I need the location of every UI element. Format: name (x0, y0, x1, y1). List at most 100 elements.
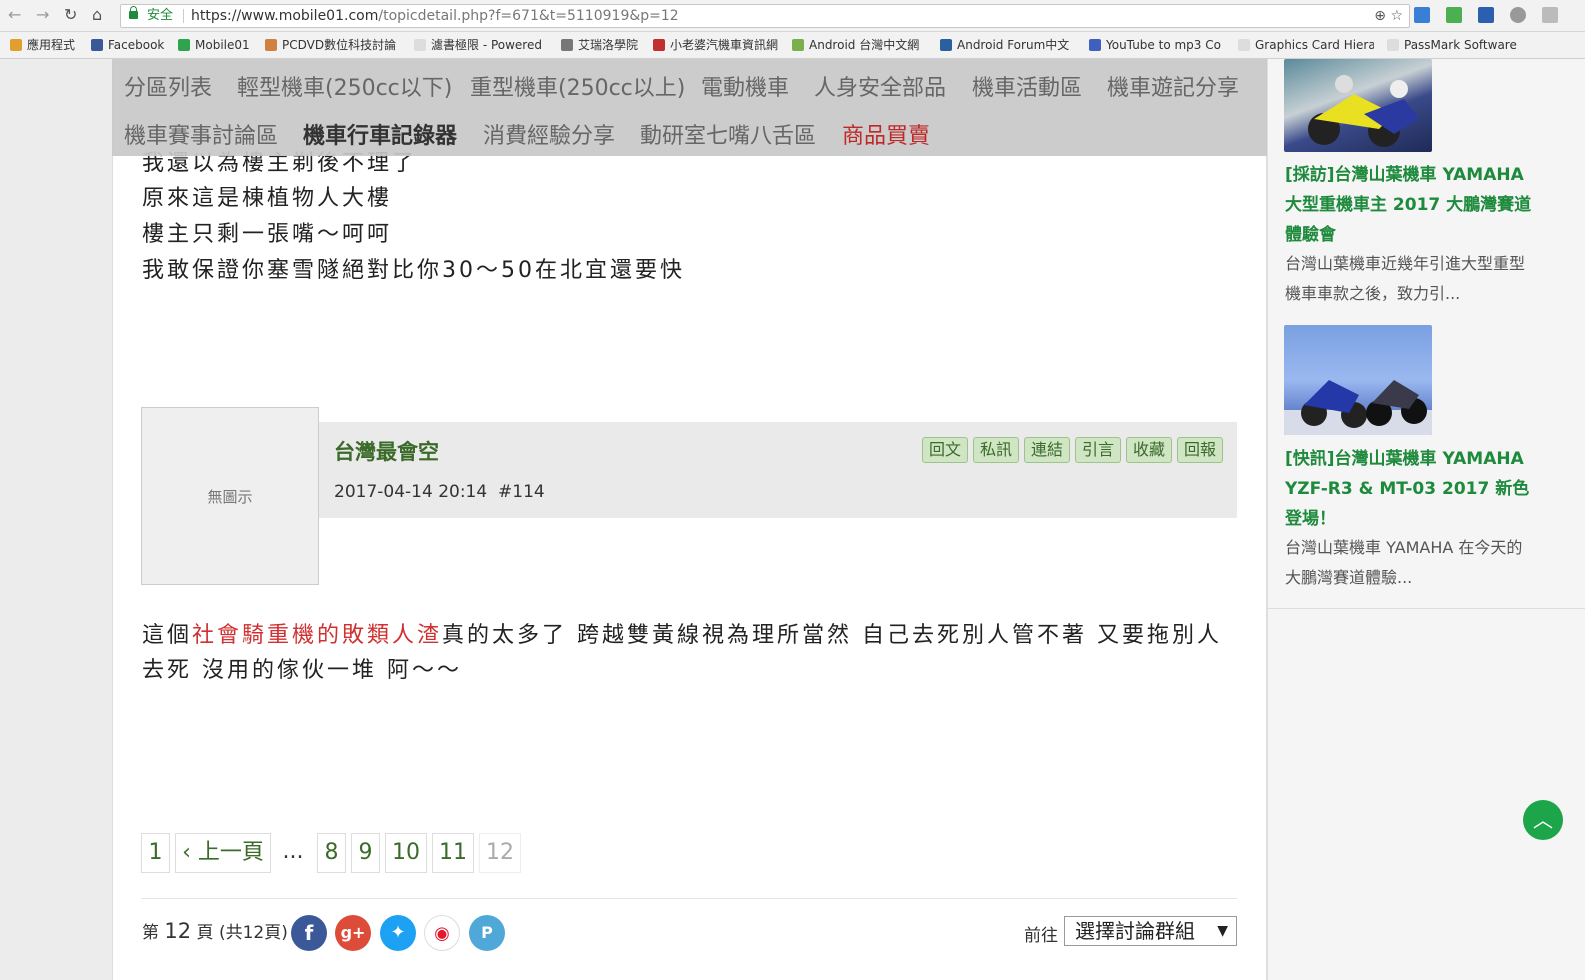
menu-item[interactable]: 輕型機車(250cc以下) (237, 70, 452, 102)
prev-page-link[interactable]: ‹ 上一頁 (175, 833, 271, 873)
reply-button[interactable]: 回文 (922, 437, 969, 463)
site-icon (561, 39, 573, 51)
menu-item[interactable]: 動研室七嘴八舌區 (640, 118, 816, 150)
divider (141, 898, 1237, 899)
extension-icon[interactable] (1446, 7, 1462, 23)
post-body: 這個社會騎重機的敗類人渣真的太多了 跨越雙黃線視為理所當然 自己去死別人管不著 … (142, 618, 1227, 688)
post-username[interactable]: 台灣最會空 (334, 436, 439, 466)
page-link[interactable]: 11 (432, 833, 474, 873)
post-text-highlight: 社會騎重機的敗類人渣 (192, 623, 443, 648)
security-label: 安全 (147, 8, 174, 23)
avatar-placeholder-text: 無圖示 (207, 488, 253, 506)
extension-icon[interactable] (1414, 7, 1430, 23)
sidebar-article-title[interactable]: [採訪]台灣山葉機車 YAMAHA 大型重機車主 2017 大鵬灣賽道體驗會 (1285, 160, 1535, 250)
post-number: #114 (498, 482, 545, 502)
facebook-icon (91, 39, 103, 51)
android-icon (792, 39, 804, 51)
page-link[interactable]: 8 (317, 833, 346, 873)
bookmark-item[interactable]: PassMark Software (1387, 37, 1525, 54)
bookmark-item[interactable]: Graphics Card Hiera (1238, 37, 1374, 54)
avatar: 無圖示 (141, 407, 319, 585)
menu-item[interactable]: 機車賽事討論區 (124, 118, 278, 150)
menu-item[interactable]: 機車活動區 (972, 70, 1082, 102)
mobile01-icon (178, 39, 190, 51)
bookmark-item[interactable]: Android 台灣中文網 (792, 37, 926, 54)
facebook-icon[interactable]: f (291, 915, 327, 951)
browser-toolbar: ← → ↻ ⌂ 安全 https://www.mobile01.com/topi… (0, 0, 1585, 32)
bookmark-item[interactable]: Facebook (91, 37, 171, 54)
twitter-icon[interactable]: ✦ (380, 915, 416, 951)
quote-button[interactable]: 引言 (1075, 437, 1122, 463)
divider (1267, 608, 1585, 609)
select-value: 選擇討論群組 (1075, 919, 1195, 943)
bookmark-item[interactable]: Android Forum中文 (940, 37, 1076, 54)
menu-icon[interactable] (1542, 7, 1558, 23)
bookmark-apps[interactable]: 應用程式 (10, 37, 82, 54)
bookmarks-bar: 應用程式 Facebook Mobile01 PCDVD數位科技討論 濾書極限 … (0, 32, 1585, 59)
page-link[interactable]: 10 (385, 833, 427, 873)
post-meta: 2017-04-14 20:14 #114 (334, 482, 545, 502)
weibo-icon[interactable]: ◉ (424, 915, 460, 951)
page-link[interactable]: 1 (141, 833, 170, 873)
home-icon[interactable]: ⌂ (92, 5, 102, 24)
forum-group-select[interactable]: 選擇討論群組 ▼ (1064, 916, 1237, 946)
bookmark-item[interactable]: YouTube to mp3 Co (1089, 37, 1225, 54)
prev-line: 原來這是棟植物人大樓 (142, 186, 393, 211)
forward-icon[interactable]: → (36, 5, 49, 24)
bookmark-item[interactable]: PCDVD數位科技討論 (265, 37, 397, 54)
google-plus-icon[interactable]: g+ (335, 915, 371, 951)
page-link[interactable]: 9 (351, 833, 380, 873)
page-icon (1387, 39, 1399, 51)
site-icon (940, 39, 952, 51)
link-button[interactable]: 連結 (1024, 437, 1071, 463)
lock-icon (129, 6, 138, 19)
menu-item[interactable]: 消費經驗分享 (483, 118, 615, 150)
menu-item[interactable]: 分區列表 (124, 70, 212, 102)
menu-item-active[interactable]: 機車行車記錄器 (303, 118, 457, 150)
menu-item[interactable]: 人身安全部品 (814, 70, 946, 102)
article-thumbnail[interactable] (1284, 59, 1432, 152)
site-icon (653, 39, 665, 51)
page-icon (1238, 39, 1250, 51)
dropdown-arrow-icon: ▼ (1217, 923, 1228, 939)
site-icon (265, 39, 277, 51)
post-date: 2017-04-14 20:14 (334, 482, 488, 502)
apps-grid-icon (10, 39, 22, 51)
prev-line: 樓主只剩一張嘴～呵呵 (142, 222, 393, 247)
favorite-button[interactable]: 收藏 (1126, 437, 1173, 463)
url-text[interactable]: https://www.mobile01.com/topicdetail.php… (191, 5, 679, 27)
reload-icon[interactable]: ↻ (64, 5, 77, 24)
page-info: 第 12 頁 (共12頁) (142, 919, 288, 943)
menu-item[interactable]: 重型機車(250cc以上) (470, 70, 685, 102)
extension-icon[interactable] (1478, 7, 1494, 23)
goto-label: 前往 (1024, 926, 1058, 946)
bookmark-item[interactable]: 艾瑞洛學院 (561, 37, 643, 54)
menu-item-marketplace[interactable]: 商品買賣 (842, 118, 930, 150)
youtube-mp3-icon (1089, 39, 1101, 51)
message-button[interactable]: 私訊 (973, 437, 1020, 463)
chevron-up-icon: ︿ (1533, 808, 1553, 832)
menu-item[interactable]: 電動機車 (701, 70, 789, 102)
page-current: 12 (479, 833, 521, 873)
forum-category-menu: 分區列表 輕型機車(250cc以下) 重型機車(250cc以上) 電動機車 人身… (112, 59, 1267, 156)
url-host: https://www.mobile01.com (191, 8, 379, 24)
prev-line: 我敢保證你塞雪隧絕對比你30～50在北宜還要快 (142, 258, 685, 283)
bookmark-star-icon[interactable]: ☆ (1390, 8, 1403, 24)
sidebar-article-desc: 台灣山葉機車近幾年引進大型重型機車車款之後，致力引... (1285, 254, 1526, 303)
url-path: /topicdetail.php?f=671&t=5110919&p=12 (378, 8, 679, 24)
page-icon (414, 39, 426, 51)
sidebar-article-title[interactable]: [快訊]台灣山葉機車 YAMAHA YZF-R3 & MT-03 2017 新色… (1285, 444, 1535, 534)
report-button[interactable]: 回報 (1177, 437, 1224, 463)
menu-item[interactable]: 機車遊記分享 (1107, 70, 1239, 102)
scroll-to-top-button[interactable]: ︿ (1523, 800, 1563, 840)
extension-icon[interactable] (1510, 7, 1526, 23)
bookmark-item[interactable]: 小老婆汽機車資訊網 (653, 37, 785, 54)
sidebar-article-desc: 台灣山葉機車 YAMAHA 在今天的大鵬灣賽道體驗... (1285, 538, 1523, 587)
article-thumbnail[interactable] (1284, 325, 1432, 435)
bookmark-item[interactable]: 濾書極限 - Powered (414, 37, 546, 54)
bookmark-item[interactable]: Mobile01 (178, 37, 258, 54)
back-icon[interactable]: ← (8, 5, 21, 24)
zoom-icon[interactable]: ⊕ (1374, 8, 1386, 24)
address-bar[interactable]: 安全 https://www.mobile01.com/topicdetail.… (120, 4, 1410, 28)
plurk-icon[interactable]: P (469, 915, 505, 951)
